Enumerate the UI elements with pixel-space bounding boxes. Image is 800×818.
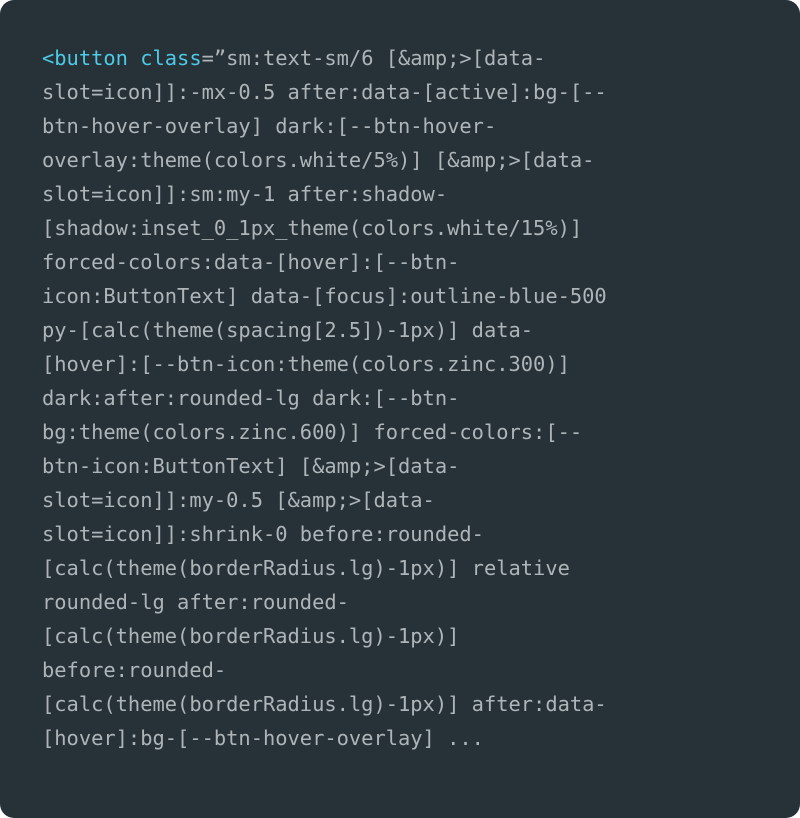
- code-line-15: slot=icon]]:shrink-0 before:rounded-: [42, 522, 484, 546]
- attribute-value-start: ”sm:text-sm/6 [&amp;>[data-: [213, 46, 546, 70]
- code-line-20: [calc(theme(borderRadius.lg)-1px)] after…: [42, 692, 607, 716]
- code-line-8: icon:ButtonText] data-[focus]:outline-bl…: [42, 284, 607, 308]
- code-line-10: [hover]:[--btn-icon:theme(colors.zinc.30…: [42, 352, 570, 376]
- code-line-14: slot=icon]]:my-0.5 [&amp;>[data-: [42, 488, 435, 512]
- code-line-13: btn-icon:ButtonText] [&amp;>[data-: [42, 454, 460, 478]
- code-line-17: rounded-lg after:rounded-: [42, 590, 349, 614]
- code-line-19: before:rounded-: [42, 658, 227, 682]
- code-line-5: slot=icon]]:sm:my-1 after:shadow-: [42, 182, 448, 206]
- html-tag-token: <button: [42, 46, 128, 70]
- code-line-2: slot=icon]]:-mx-0.5 after:data-[active]:…: [42, 80, 607, 104]
- code-line-11: dark:after:rounded-lg dark:[--btn-: [42, 386, 460, 410]
- code-line-7: forced-colors:data-[hover]:[--btn-: [42, 250, 460, 274]
- code-line-16: [calc(theme(borderRadius.lg)-1px)] relat…: [42, 556, 570, 580]
- code-line-1: <button class=”sm:text-sm/6 [&amp;>[data…: [42, 41, 758, 75]
- code-line-3: btn-hover-overlay] dark:[--btn-hover-: [42, 114, 497, 138]
- equals-token: =: [201, 46, 214, 70]
- code-line-12: bg:theme(colors.zinc.600)] forced-colors…: [42, 420, 583, 444]
- code-line-21: [hover]:bg-[--btn-hover-overlay] ...: [42, 726, 484, 750]
- code-line-9: py-[calc(theme(spacing[2.5])-1px)] data-: [42, 318, 534, 342]
- code-line-18: [calc(theme(borderRadius.lg)-1px)]: [42, 624, 460, 648]
- attribute-name-token: class: [140, 46, 202, 70]
- code-line-6: [shadow:inset_0_1px_theme(colors.white/1…: [42, 216, 583, 240]
- code-line-4: overlay:theme(colors.white/5%)] [&amp;>[…: [42, 148, 595, 172]
- code-snippet-panel: <button class=”sm:text-sm/6 [&amp;>[data…: [0, 0, 800, 818]
